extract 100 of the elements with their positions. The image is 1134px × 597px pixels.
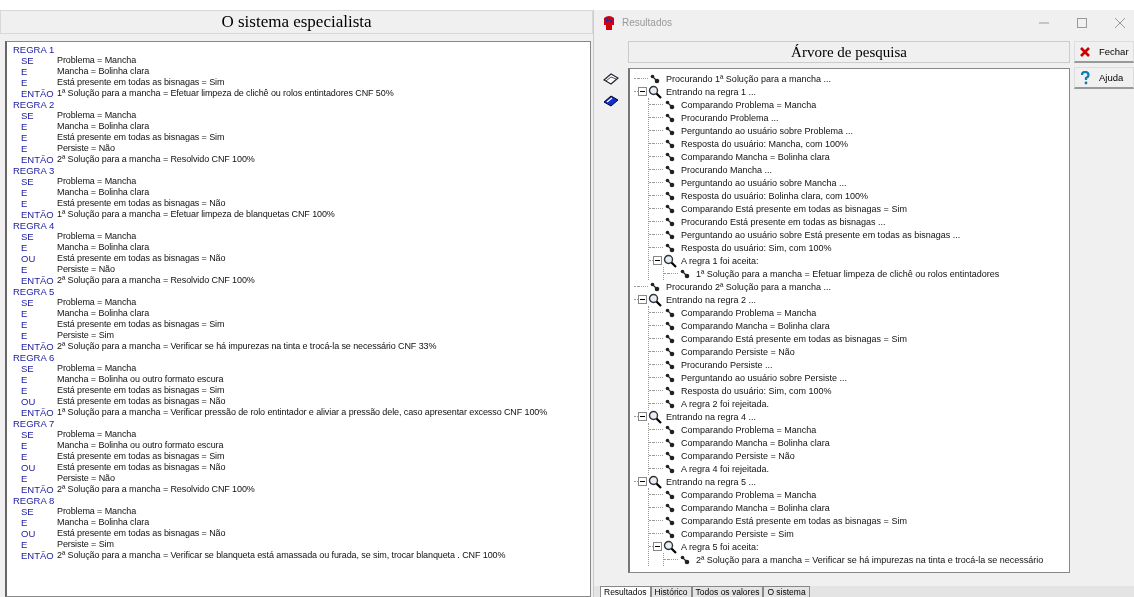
tree-item[interactable]: 1ª Solução para a mancha = Efetuar limpeza de clichê ou rolos entintadores — [696, 268, 1000, 279]
rule-condition: Persiste = Sim — [57, 539, 114, 550]
tab[interactable]: O sistema — [763, 586, 810, 597]
tree-item[interactable]: Procurando Está presente em todas as bisnagas ... — [681, 216, 886, 227]
rule-title: REGRA 4 — [13, 220, 56, 231]
magnifier-icon — [663, 539, 677, 554]
tree-item[interactable]: Comparando Problema = Mancha — [681, 99, 817, 110]
dots-icon — [665, 463, 675, 474]
window-title: Resultados — [622, 17, 673, 28]
book-icon[interactable] — [603, 73, 619, 85]
rule-title: REGRA 5 — [13, 286, 56, 297]
rule-keyword: E — [20, 77, 29, 88]
dots-icon — [665, 424, 675, 435]
tab[interactable]: Histórico — [650, 586, 692, 597]
tree-item[interactable]: Procurando Problema ... — [681, 112, 779, 123]
close-icon — [1079, 45, 1091, 58]
magnifier-icon — [648, 292, 662, 307]
tree-item[interactable]: Procurando Persiste ... — [681, 359, 773, 370]
tree-item[interactable]: Comparando Problema = Mancha — [681, 424, 817, 435]
tree-item[interactable]: Resposta do usuário: Sim, com 100% — [681, 242, 832, 253]
rule-condition: 2ª Solução para a mancha = Verificar se há impurezas na tinta e trocá-la se necessário CNF 33% — [57, 341, 437, 352]
tree-item[interactable]: Comparando Mancha = Bolinha clara — [681, 320, 830, 331]
rule-keyword: E — [20, 539, 29, 550]
tree-item[interactable]: Procurando 2ª Solução para a mancha ... — [666, 281, 831, 292]
rule-condition: 1ª Solução para a mancha = Verificar pressão de rolo entintador e aliviar a pressão dele, caso apresentar excesso CNF 100% — [57, 407, 548, 418]
rule-keyword: E — [20, 187, 29, 198]
rule-title: REGRA 1 — [13, 44, 56, 55]
dots-icon — [665, 307, 675, 318]
dots-icon — [680, 554, 690, 565]
tree-item[interactable]: A regra 1 foi aceita: — [681, 255, 759, 266]
eraser-icon[interactable] — [603, 95, 619, 107]
rule-keyword: ENTÃO — [20, 407, 55, 418]
rule-keyword: E — [20, 385, 29, 396]
dots-icon — [650, 281, 660, 292]
dots-icon — [665, 203, 675, 214]
close-button[interactable]: Fechar — [1074, 41, 1134, 63]
tree-item[interactable]: Comparando Persiste = Não — [681, 450, 795, 461]
expander-icon[interactable] — [653, 542, 662, 551]
dots-icon — [665, 125, 675, 136]
tree-item[interactable]: Comparando Está presente em todas as bisnagas = Sim — [681, 515, 907, 526]
expander-icon[interactable] — [638, 412, 647, 421]
help-button[interactable]: Ajuda — [1074, 67, 1134, 89]
tree-item[interactable]: Perguntando ao usuário sobre Está presente em todas as bisnagas ... — [681, 229, 961, 240]
tree-item[interactable]: Resposta do usuário: Mancha, com 100% — [681, 138, 849, 149]
dots-icon — [665, 242, 675, 253]
rule-keyword: E — [20, 121, 29, 132]
rule-keyword: ENTÃO — [20, 550, 55, 561]
tree-item[interactable]: Comparando Está presente em todas as bisnagas = Sim — [681, 203, 907, 214]
expander-icon[interactable] — [638, 295, 647, 304]
tree-item[interactable]: Comparando Mancha = Bolinha clara — [681, 437, 830, 448]
rule-keyword: E — [20, 440, 29, 451]
tree-item[interactable]: Entrando na regra 1 ... — [666, 86, 757, 97]
tree-item[interactable]: Resposta do usuário: Sim, com 100% — [681, 385, 832, 396]
tab[interactable]: Resultados — [600, 586, 651, 597]
tab[interactable]: Todos os valores — [691, 586, 764, 597]
dots-icon — [665, 489, 675, 500]
tree-item[interactable]: Entrando na regra 4 ... — [666, 411, 757, 422]
tree-item[interactable]: Perguntando ao usuário sobre Problema ... — [681, 125, 854, 136]
dots-icon — [665, 164, 675, 175]
tree-item[interactable]: Comparando Persiste = Sim — [681, 528, 794, 539]
dots-icon — [665, 138, 675, 149]
tree-item[interactable]: Comparando Mancha = Bolinha clara — [681, 151, 830, 162]
tree-item[interactable]: Comparando Persiste = Não — [681, 346, 795, 357]
rule-keyword: ENTÃO — [20, 88, 55, 99]
dots-icon — [665, 385, 675, 396]
tree-item[interactable]: Resposta do usuário: Bolinha clara, com 100% — [681, 190, 869, 201]
expander-icon[interactable] — [638, 87, 647, 96]
tree-item[interactable]: Entrando na regra 2 ... — [666, 294, 757, 305]
rule-keyword: ENTÃO — [20, 209, 55, 220]
rule-title: REGRA 2 — [13, 99, 56, 110]
tree-item[interactable]: Comparando Está presente em todas as bisnagas = Sim — [681, 333, 907, 344]
rule-keyword: SE — [20, 506, 35, 517]
tree-item[interactable]: 2ª Solução para a mancha = Verificar se há impurezas na tinta e trocá-la se necessário — [696, 554, 1044, 565]
rule-title: REGRA 7 — [13, 418, 56, 429]
tree-item[interactable]: A regra 2 foi rejeitada. — [681, 398, 770, 409]
tree-item[interactable]: Comparando Mancha = Bolinha clara — [681, 502, 830, 513]
tree-item[interactable]: Comparando Problema = Mancha — [681, 307, 817, 318]
expander-icon[interactable] — [653, 256, 662, 265]
rule-keyword: E — [20, 319, 29, 330]
rule-condition: Está presente em todas as bisnagas = Não — [57, 396, 226, 407]
dots-icon — [665, 216, 675, 227]
rule-condition: Problema = Mancha — [57, 429, 137, 440]
tree-item[interactable]: Perguntando ao usuário sobre Persiste ... — [681, 372, 848, 383]
tree-item[interactable]: Procurando 1ª Solução para a mancha ... — [666, 73, 831, 84]
rule-keyword: OU — [20, 462, 37, 473]
dots-icon — [665, 99, 675, 110]
tree-item[interactable]: A regra 4 foi rejeitada. — [681, 463, 770, 474]
rule-condition: Está presente em todas as bisnagas = Sim — [57, 319, 225, 330]
rule-condition: Problema = Mancha — [57, 55, 137, 66]
expander-icon[interactable] — [638, 477, 647, 486]
tree-item[interactable]: Perguntando ao usuário sobre Mancha ... — [681, 177, 847, 188]
rule-keyword: E — [20, 143, 29, 154]
tree-item[interactable]: Entrando na regra 5 ... — [666, 476, 757, 487]
rule-title: REGRA 6 — [13, 352, 56, 363]
tree-item[interactable]: Procurando Mancha ... — [681, 164, 773, 175]
rule-keyword: E — [20, 66, 29, 77]
tree-item[interactable]: Comparando Problema = Mancha — [681, 489, 817, 500]
dots-icon — [665, 372, 675, 383]
tree-item[interactable]: A regra 5 foi aceita: — [681, 541, 759, 552]
rule-condition: Está presente em todas as bisnagas = Não — [57, 462, 226, 473]
